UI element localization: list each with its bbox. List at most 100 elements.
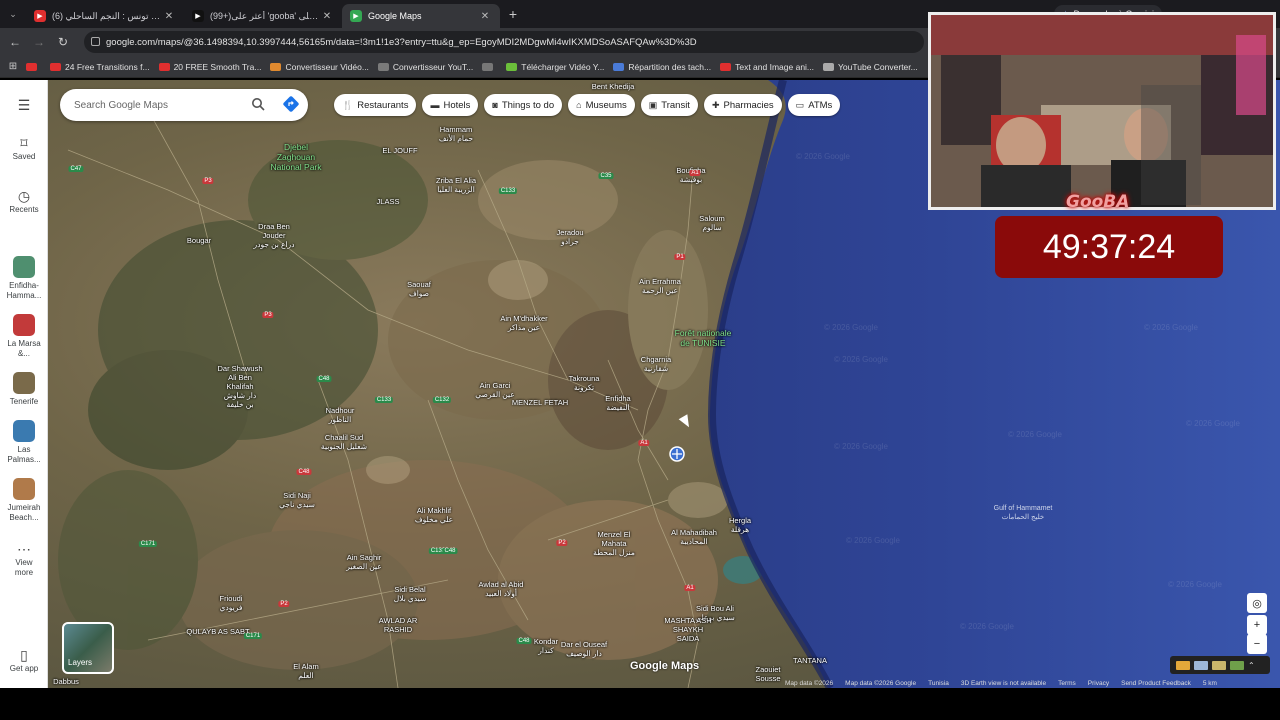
bookmark-item[interactable]: Convertisseur YouT... (377, 62, 473, 72)
close-tab-icon[interactable]: ✕ (162, 11, 176, 22)
globe-view-icon[interactable] (1194, 660, 1208, 670)
place-label[interactable]: El Alam العلم (293, 662, 318, 680)
saved-button[interactable]: ⌑ Saved (0, 134, 48, 162)
place-label[interactable]: Kondar كندار (534, 637, 558, 655)
get-app-button[interactable]: ▯ Get app (0, 646, 48, 674)
bookmark-item[interactable] (26, 62, 41, 71)
place-label[interactable]: Dar Shawush Ali Ben Khalifah دار شاوش بن… (217, 364, 262, 409)
tab-2[interactable]: ▶ (99+)أعثر على 'gooba' على TikTok✕ (184, 4, 342, 28)
close-tab-icon[interactable]: ✕ (320, 11, 334, 22)
place-label[interactable]: Ain M'dhakker عين مذاكر (500, 314, 547, 332)
site-info-icon[interactable] (91, 37, 100, 46)
menu-icon[interactable]: ☰ (0, 96, 48, 114)
place-label[interactable]: Dabbus (53, 677, 79, 686)
place-label[interactable]: Hammam حمام الأنف (439, 125, 473, 143)
new-tab-button[interactable]: + (500, 6, 526, 22)
chip-transit[interactable]: ▣ Transit (640, 94, 698, 116)
zoom-in-icon[interactable]: + (1247, 615, 1267, 635)
search-icon[interactable] (249, 95, 267, 113)
place-label[interactable]: Draa Ben Jouder دراع بن جودر (254, 222, 295, 249)
place-label[interactable]: Saloum سالوم (699, 214, 724, 232)
place-label[interactable]: Menzel El Mahata منزل المحطة (593, 530, 635, 557)
forward-icon[interactable]: → (27, 35, 51, 49)
place-label[interactable]: Chgarnia شقارنية (641, 355, 671, 373)
chip-things-to-do[interactable]: ◙ Things to do (484, 94, 563, 116)
footer-item[interactable]: Privacy (1088, 680, 1109, 687)
footer-item[interactable]: Send Product Feedback (1121, 680, 1191, 687)
recents-button[interactable]: ◷ Recents (0, 187, 48, 215)
place-label[interactable]: Hergla هرقلة (729, 516, 751, 534)
place-label[interactable]: Bent Khedija (592, 82, 635, 91)
place-label[interactable]: Ain Garci عين القرصي (475, 381, 514, 399)
bookmark-item[interactable]: Convertisseur Vidéo... (270, 62, 369, 72)
chip-museums[interactable]: ⌂ Museums (568, 94, 635, 116)
place-label[interactable]: Sidi Naji سيدي ناجي (279, 491, 315, 509)
recent-place-item[interactable]: La Marsa &... (0, 314, 48, 359)
terrain-view-icon[interactable] (1212, 660, 1226, 670)
my-location-icon[interactable]: ◎ (1247, 593, 1267, 613)
search-box[interactable]: Search Google Maps (60, 89, 308, 121)
view-more-button[interactable]: ⋯ View more (0, 540, 48, 578)
bookmark-item[interactable]: Télécharger Vidéo Y... (506, 62, 604, 72)
satellite-view-icon[interactable] (1230, 660, 1244, 670)
place-label[interactable]: Jeradou جرادو (556, 228, 583, 246)
tab-search-icon[interactable]: ⌄ (0, 9, 26, 20)
apps-grid-icon[interactable]: ⊞ (0, 61, 26, 72)
footer-item[interactable]: Terms (1058, 680, 1076, 687)
place-label[interactable]: Awlad al Abid أولاد العبيد (479, 580, 524, 598)
place-label[interactable]: Ain Saghir عين الصغير (346, 553, 381, 571)
place-label[interactable]: TANTANA (793, 656, 827, 665)
recent-place-item[interactable]: Las Palmas... (0, 420, 48, 465)
place-label[interactable]: Takrouna تكرونة (569, 374, 600, 392)
zoom-out-icon[interactable]: − (1247, 634, 1267, 654)
imagery-toggle[interactable]: ⌃ (1170, 656, 1270, 674)
place-label[interactable]: Zriba El Alia الزريبة العليا (436, 176, 476, 194)
place-label[interactable]: Saouaf صواف (407, 280, 431, 298)
place-label[interactable]: EL JOUFF (382, 146, 417, 155)
place-label[interactable]: MASHTA ASH SHAYKH SAIDA (664, 616, 711, 643)
recent-place-item[interactable]: Enfidha- Hamma... (0, 256, 48, 301)
place-label[interactable]: Ali Makhlif علي مخلوف (415, 506, 453, 524)
bookmark-item[interactable]: Répartition des tach... (613, 62, 711, 72)
place-label[interactable]: Bougar (187, 236, 211, 245)
tab-1[interactable]: ▶ (6) كلاسيكو تونس : النجم الساحلي✕ (26, 4, 184, 28)
bookmark-item[interactable] (482, 62, 497, 71)
place-label[interactable]: Enfidha النفيضة (605, 394, 630, 412)
chip-pharmacies[interactable]: ✚ Pharmacies (703, 94, 782, 116)
bookmark-icon: ⌑ (20, 135, 28, 151)
reload-icon[interactable]: ↻ (51, 35, 75, 49)
bookmark-item[interactable]: Text and Image ani... (720, 62, 814, 72)
place-label[interactable]: Ain Errahma عين الرحمة (639, 277, 681, 295)
bookmark-item[interactable]: 20 FREE Smooth Tra... (158, 62, 261, 72)
place-label[interactable]: JLASS (377, 197, 400, 206)
chip-hotels[interactable]: ▬ Hotels (422, 94, 479, 116)
place-label[interactable]: Forêt nationale de TUNISIE (675, 328, 732, 348)
search-input[interactable]: Search Google Maps (74, 100, 168, 111)
place-label[interactable]: Al Mahadibah المحاديبة (671, 528, 717, 546)
pegman-icon[interactable] (1176, 660, 1190, 670)
chip-restaurants[interactable]: 🍴 Restaurants (334, 94, 417, 116)
place-label[interactable]: Zaouiet Sousse (755, 665, 780, 683)
place-label[interactable]: Nadhour الناظور (326, 406, 355, 424)
recent-place-item[interactable]: Jumeirah Beach... (0, 478, 48, 523)
place-label[interactable]: Djebel Zaghouan National Park (270, 142, 321, 172)
recent-place-item[interactable]: Tenerife (0, 372, 48, 407)
place-label[interactable]: QULAYB AS SABT (186, 627, 249, 636)
layers-button[interactable]: Layers (62, 622, 114, 674)
back-icon[interactable]: ← (3, 35, 27, 49)
tab-3[interactable]: ▶ Google Maps ✕ (342, 4, 500, 28)
bookmark-item[interactable]: 24 Free Transitions f... (50, 62, 150, 72)
address-bar[interactable]: google.com/maps/@36.1498394,10.3997444,5… (84, 31, 924, 53)
close-tab-icon[interactable]: ✕ (478, 11, 492, 22)
place-label[interactable]: Frioudi فريودي (220, 594, 243, 612)
place-label[interactable]: Sidi Belal سيدي بلال (394, 585, 426, 603)
chip-atms[interactable]: ▭ ATMs (787, 94, 841, 116)
directions-icon[interactable] (282, 95, 300, 113)
bookmark-item[interactable]: YouTube Converter... (823, 62, 918, 72)
footer-item[interactable]: 5 km (1203, 680, 1217, 687)
place-label[interactable]: MENZEL FETAH (512, 398, 568, 407)
place-label[interactable]: AWLAD AR RASHID (379, 616, 417, 634)
place-label[interactable]: Dar el Ouseaf دار الوصيف (561, 640, 607, 658)
expand-icon[interactable]: ⌃ (1248, 661, 1255, 670)
place-label[interactable]: Chaalil Sud شعليل الجنوبية (321, 433, 367, 451)
